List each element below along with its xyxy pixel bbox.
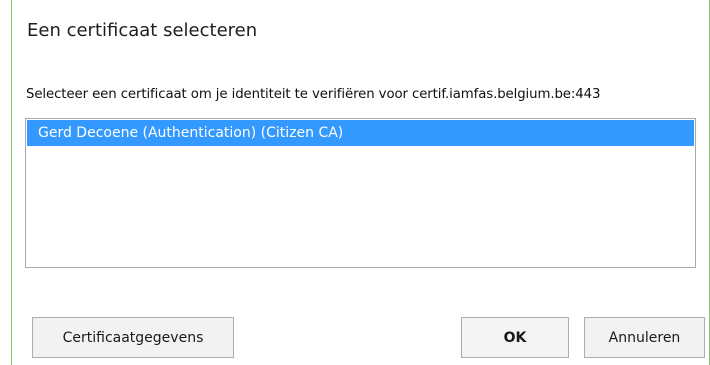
certificate-select-dialog: Een certificaat selecteren Selecteer een… [0,0,710,365]
dialog-title: Een certificaat selecteren [27,20,258,41]
certificate-details-button[interactable]: Certificaatgegevens [32,317,234,358]
window-frame-left-border [11,0,12,365]
certificate-list[interactable]: Gerd Decoene (Authentication) (Citizen C… [25,118,696,268]
certificate-list-item-selected[interactable]: Gerd Decoene (Authentication) (Citizen C… [27,120,694,146]
cancel-button[interactable]: Annuleren [584,317,705,358]
ok-button[interactable]: OK [461,317,569,358]
dialog-prompt: Selecteer een certificaat om je identite… [26,87,601,102]
